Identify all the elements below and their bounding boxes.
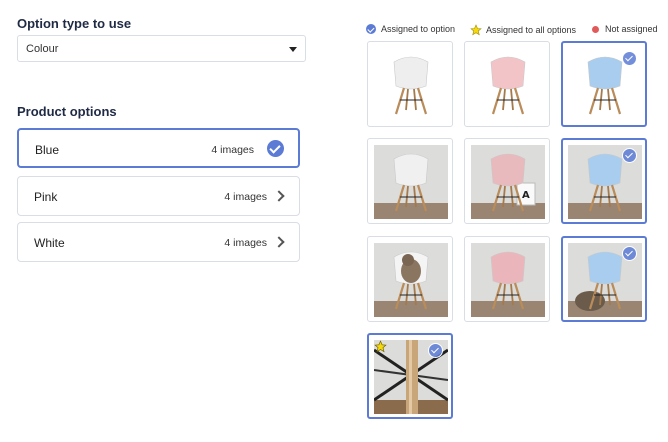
legend-not-assigned: Not assigned — [592, 24, 658, 34]
legend-assigned: Assigned to option — [366, 24, 455, 34]
chair-image — [374, 48, 448, 122]
legend-assigned-all-label: Assigned to all options — [486, 25, 577, 35]
option-blue[interactable]: Blue 4 images — [17, 128, 300, 168]
caret-down-icon — [289, 47, 297, 52]
chevron-right-icon — [273, 236, 285, 248]
legend-assigned-label: Assigned to option — [381, 24, 456, 34]
product-options-label: Product options — [17, 104, 117, 119]
image-tile[interactable] — [561, 236, 647, 322]
check-circle-icon — [622, 148, 637, 163]
image-tile[interactable] — [464, 236, 550, 322]
option-type-value: Colour — [26, 43, 59, 55]
option-image-count: 4 images — [224, 191, 267, 203]
chair-image — [471, 243, 545, 317]
image-tile[interactable] — [464, 41, 550, 127]
option-name: White — [34, 236, 65, 250]
option-pink[interactable]: Pink 4 images — [17, 176, 300, 216]
svg-text:A: A — [522, 190, 530, 201]
option-image-count: 4 images — [211, 144, 254, 156]
chair-image — [471, 48, 545, 122]
check-circle-icon — [428, 343, 443, 358]
legend-not-assigned-label: Not assigned — [605, 24, 658, 34]
star-icon — [374, 340, 387, 353]
image-tile[interactable]: A — [464, 138, 550, 224]
check-circle-icon — [622, 51, 637, 66]
option-type-select[interactable]: Colour — [17, 35, 306, 62]
check-circle-icon — [622, 246, 637, 261]
image-tile[interactable] — [367, 333, 453, 419]
image-tile[interactable] — [367, 236, 453, 322]
check-circle-icon — [267, 140, 284, 157]
option-name: Blue — [35, 143, 60, 157]
chair-image — [374, 145, 448, 219]
chevron-right-icon — [273, 190, 285, 202]
image-tile[interactable] — [367, 41, 453, 127]
image-tile[interactable] — [367, 138, 453, 224]
chair-image — [374, 243, 448, 317]
image-tile[interactable] — [561, 41, 647, 127]
option-name: Pink — [34, 190, 58, 204]
option-type-label: Option type to use — [17, 16, 132, 31]
option-image-count: 4 images — [224, 237, 267, 249]
dot-icon — [592, 25, 599, 33]
image-tile[interactable] — [561, 138, 647, 224]
legend-assigned-all: Assigned to all options — [470, 24, 576, 36]
check-circle-icon — [366, 24, 376, 34]
chair-image: A — [471, 145, 545, 219]
option-white[interactable]: White 4 images — [17, 222, 300, 262]
star-icon — [470, 24, 482, 36]
